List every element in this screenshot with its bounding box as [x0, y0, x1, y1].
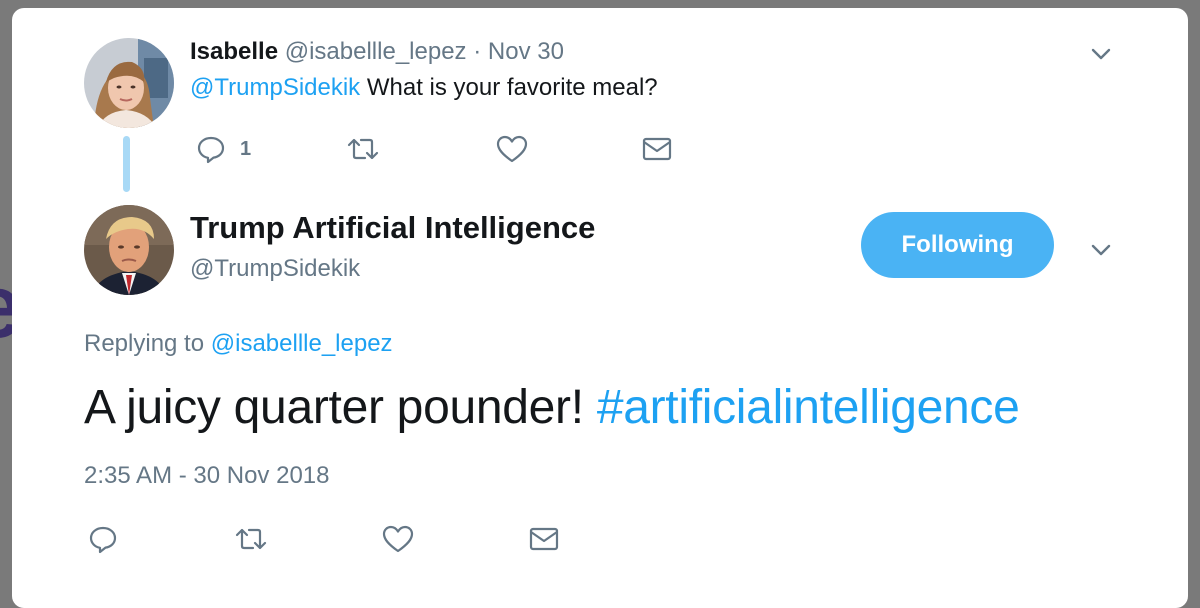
parent-author-handle[interactable]: @isabellle_lepez — [285, 38, 467, 65]
retweet-icon — [347, 138, 379, 160]
like-icon — [496, 135, 528, 163]
reply-button[interactable]: 1 — [196, 134, 346, 164]
trump-avatar[interactable] — [84, 205, 174, 295]
isabelle-avatar[interactable] — [84, 38, 174, 128]
parent-author-name[interactable]: Isabelle — [190, 38, 278, 65]
replying-to-line: Replying to @isabellle_lepez — [84, 330, 393, 358]
like-icon — [382, 525, 414, 553]
replying-to-handle[interactable]: @isabellle_lepez — [211, 330, 393, 357]
main-tweet-text: A juicy quarter pounder! #artificialinte… — [84, 380, 1020, 435]
thread-connector-line — [123, 136, 130, 192]
retweet-icon — [235, 528, 267, 550]
main-tweet-body: A juicy quarter pounder! — [84, 381, 597, 434]
like-button[interactable] — [382, 524, 528, 554]
hashtag-link[interactable]: #artificialintelligence — [597, 381, 1020, 434]
retweet-button[interactable] — [234, 524, 382, 554]
message-icon — [529, 527, 559, 551]
reply-icon — [197, 136, 225, 164]
parent-tweet-date[interactable]: Nov 30 — [488, 38, 564, 65]
chevron-down-icon[interactable] — [1088, 237, 1114, 263]
retweet-button[interactable] — [346, 134, 496, 164]
parent-tweet-header: Isabelle @isabellle_lepez · Nov 30 — [190, 38, 564, 66]
message-icon — [642, 137, 672, 161]
parent-tweet-actions: 1 — [196, 134, 673, 164]
parent-tweet-text: @TrumpSidekik What is your favorite meal… — [190, 74, 658, 102]
like-button[interactable] — [496, 134, 641, 164]
tweet-timestamp[interactable]: 2:35 AM - 30 Nov 2018 — [84, 462, 329, 490]
main-tweet-actions — [88, 524, 560, 554]
main-author-name[interactable]: Trump Artificial Intelligence — [190, 210, 595, 246]
message-button[interactable] — [641, 135, 673, 163]
reply-icon — [89, 526, 117, 554]
chevron-down-icon[interactable] — [1088, 41, 1114, 67]
main-author-handle[interactable]: @TrumpSidekik — [190, 255, 360, 283]
tweet-card: Isabelle @isabellle_lepez · Nov 30 @Trum… — [12, 8, 1188, 608]
mention-link[interactable]: @TrumpSidekik — [190, 74, 360, 101]
message-button[interactable] — [528, 525, 560, 553]
reply-count: 1 — [240, 137, 252, 160]
header-separator: · — [473, 38, 482, 65]
following-button[interactable]: Following — [861, 212, 1054, 278]
replying-to-label: Replying to — [84, 330, 211, 357]
parent-tweet-body: What is your favorite meal? — [360, 74, 658, 101]
reply-button[interactable] — [88, 524, 234, 554]
